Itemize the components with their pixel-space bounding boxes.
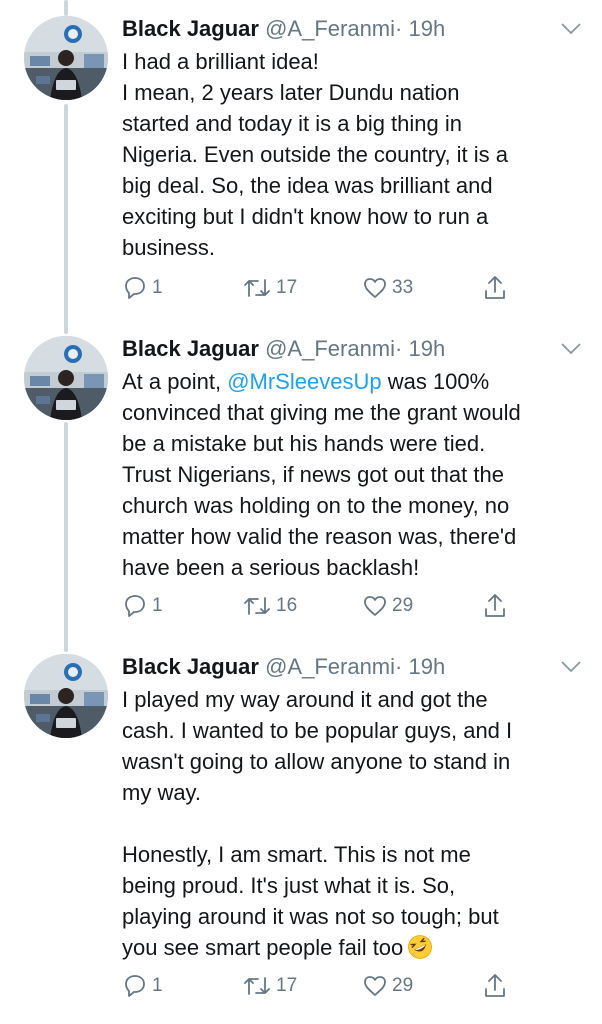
text-line: playing around it was not so tough; but bbox=[122, 904, 499, 929]
tweet-1[interactable]: Black Jaguar @A_Feranmi· 19h I had a bri… bbox=[0, 0, 602, 320]
tweet-text: I played my way around it and got the ca… bbox=[122, 684, 590, 963]
reply-count: 1 bbox=[152, 595, 163, 616]
like-count: 29 bbox=[392, 975, 414, 996]
tweet-text: I had a brilliant idea! I mean, 2 years … bbox=[122, 46, 590, 263]
user-handle[interactable]: @A_Feranmi bbox=[265, 336, 395, 361]
reply-button[interactable]: 1 bbox=[122, 970, 163, 1002]
text-line: started and today it is a big thing in bbox=[122, 111, 462, 136]
text-line: matter how valid the reason was, there'd bbox=[122, 524, 517, 549]
tweet-header: Black Jaguar @A_Feranmi· 19h bbox=[122, 652, 445, 682]
text-line: cash. I wanted to be popular guys, and I bbox=[122, 718, 513, 743]
text-line: I played my way around it and got the bbox=[122, 687, 488, 712]
chevron-down-icon[interactable] bbox=[560, 342, 582, 356]
text-line: big deal. So, the idea was brilliant and bbox=[122, 173, 493, 198]
retweet-count: 17 bbox=[276, 975, 298, 996]
like-button[interactable]: 29 bbox=[362, 970, 413, 1002]
text-line: exciting but I didn't know how to run a bbox=[122, 204, 489, 229]
like-button[interactable]: 33 bbox=[362, 272, 413, 304]
avatar[interactable] bbox=[24, 336, 108, 420]
retweet-count: 16 bbox=[276, 595, 298, 616]
heart-icon bbox=[364, 596, 386, 616]
like-count: 29 bbox=[392, 595, 414, 616]
rolling-on-floor-laughing-emoji-icon bbox=[408, 935, 433, 959]
tweet-text: At a point, @MrSleevesUp was 100% convin… bbox=[122, 366, 590, 583]
retweet-count: 17 bbox=[276, 277, 298, 298]
text-line: be a mistake but his hands were tied. bbox=[122, 431, 486, 456]
share-icon bbox=[485, 276, 505, 299]
timestamp[interactable]: 19h bbox=[408, 16, 445, 41]
separator: · bbox=[395, 336, 403, 361]
text-line: have been a serious backlash! bbox=[122, 555, 420, 580]
share-button[interactable] bbox=[482, 272, 508, 304]
heart-icon bbox=[364, 278, 386, 298]
reply-icon bbox=[125, 595, 145, 617]
retweet-button[interactable]: 17 bbox=[242, 970, 297, 1002]
retweet-button[interactable]: 17 bbox=[242, 272, 297, 304]
reply-button[interactable]: 1 bbox=[122, 272, 163, 304]
text-line: being proud. It's just what it is. So, bbox=[122, 873, 456, 898]
separator: · bbox=[395, 654, 403, 679]
text-line: I mean, 2 years later Dundu nation bbox=[122, 80, 460, 105]
heart-icon bbox=[364, 976, 386, 996]
text-line: convinced that giving me the grant would bbox=[122, 400, 521, 425]
action-bar: 1 17 29 bbox=[122, 970, 562, 1002]
text-line: business. bbox=[122, 235, 215, 260]
text-segment: was 100% bbox=[381, 369, 490, 394]
share-button[interactable] bbox=[482, 970, 508, 1002]
timestamp[interactable]: 19h bbox=[408, 654, 445, 679]
text-line: wasn't going to allow anyone to stand in bbox=[122, 749, 511, 774]
tweet-header: Black Jaguar @A_Feranmi· 19h bbox=[122, 334, 445, 364]
retweet-icon bbox=[244, 977, 270, 995]
avatar[interactable] bbox=[24, 654, 108, 738]
share-icon bbox=[485, 594, 505, 617]
display-name[interactable]: Black Jaguar bbox=[122, 654, 259, 679]
like-button[interactable]: 29 bbox=[362, 590, 413, 622]
text-line: At a point, @MrSleevesUp was 100% bbox=[122, 366, 590, 397]
user-handle[interactable]: @A_Feranmi bbox=[265, 654, 395, 679]
tweet-3[interactable]: Black Jaguar @A_Feranmi· 19h I played my… bbox=[0, 638, 602, 1024]
retweet-icon bbox=[244, 279, 270, 297]
retweet-button[interactable]: 16 bbox=[242, 590, 297, 622]
reply-icon bbox=[125, 277, 145, 299]
avatar[interactable] bbox=[24, 16, 108, 100]
text-segment: At a point, bbox=[122, 369, 228, 394]
action-bar: 1 17 33 bbox=[122, 272, 562, 304]
reply-button[interactable]: 1 bbox=[122, 590, 163, 622]
tweet-2[interactable]: Black Jaguar @A_Feranmi· 19h At a point,… bbox=[0, 320, 602, 640]
text-line: Honestly, I am smart. This is not me bbox=[122, 842, 471, 867]
reply-count: 1 bbox=[152, 277, 163, 298]
text-line: my way. bbox=[122, 780, 202, 805]
user-handle[interactable]: @A_Feranmi bbox=[265, 16, 395, 41]
text-line: Nigeria. Even outside the country, it is… bbox=[122, 142, 509, 167]
chevron-down-icon[interactable] bbox=[560, 22, 582, 36]
display-name[interactable]: Black Jaguar bbox=[122, 336, 259, 361]
share-icon bbox=[485, 974, 505, 997]
mention-link[interactable]: @MrSleevesUp bbox=[227, 369, 381, 394]
tweet-header: Black Jaguar @A_Feranmi· 19h bbox=[122, 14, 445, 44]
retweet-icon bbox=[244, 597, 270, 615]
display-name[interactable]: Black Jaguar bbox=[122, 16, 259, 41]
text-line: you see smart people fail too bbox=[122, 932, 590, 963]
timestamp[interactable]: 19h bbox=[408, 336, 445, 361]
reply-count: 1 bbox=[152, 975, 163, 996]
text-line: Trust Nigerians, if news got out that th… bbox=[122, 462, 504, 487]
reply-icon bbox=[125, 975, 145, 997]
share-button[interactable] bbox=[482, 590, 508, 622]
action-bar: 1 16 29 bbox=[122, 590, 562, 622]
chevron-down-icon[interactable] bbox=[560, 660, 582, 674]
text-line: I had a brilliant idea! bbox=[122, 49, 319, 74]
like-count: 33 bbox=[392, 277, 414, 298]
text-segment: you see smart people fail too bbox=[122, 935, 404, 960]
text-line: church was holding on to the money, no bbox=[122, 493, 510, 518]
separator: · bbox=[395, 16, 403, 41]
